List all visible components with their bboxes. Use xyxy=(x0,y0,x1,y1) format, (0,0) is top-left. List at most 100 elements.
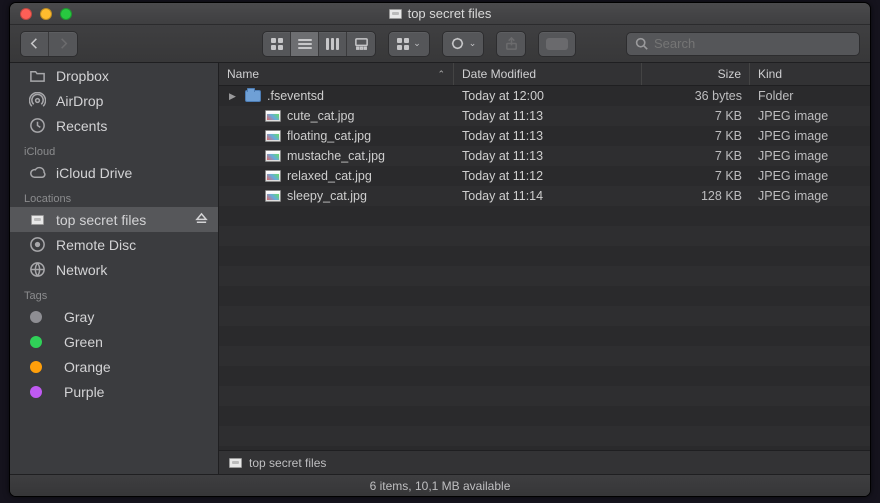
search-input[interactable] xyxy=(654,36,851,51)
sidebar-item-label: top secret files xyxy=(56,212,146,228)
disk-icon xyxy=(389,9,402,19)
sidebar-tag-gray[interactable]: Gray xyxy=(10,304,218,329)
icon-view-button[interactable] xyxy=(263,32,291,56)
action-menu-button[interactable]: ⌄ xyxy=(443,32,483,56)
sidebar-item-label: AirDrop xyxy=(56,93,103,109)
sidebar-item-label: Remote Disc xyxy=(56,237,136,253)
window-title: top secret files xyxy=(408,6,492,21)
sidebar-item-label: Purple xyxy=(64,384,104,400)
file-kind: JPEG image xyxy=(750,126,870,146)
group-by-button[interactable]: ⌄ xyxy=(389,32,429,56)
path-bar-label: top secret files xyxy=(249,456,326,470)
airdrop-icon xyxy=(28,93,46,109)
file-row[interactable]: sleepy_cat.jpg Today at 11:14128 KBJPEG i… xyxy=(219,186,870,206)
sidebar-item-top-secret-files[interactable]: top secret files xyxy=(10,207,218,232)
file-name: floating_cat.jpg xyxy=(287,129,371,143)
search-field[interactable] xyxy=(626,32,860,56)
tag-color-dot xyxy=(30,336,42,348)
file-date: Today at 11:14 xyxy=(454,186,642,206)
remote-icon xyxy=(28,237,46,253)
sidebar-item-network[interactable]: Network xyxy=(10,257,218,282)
file-row[interactable]: relaxed_cat.jpg Today at 11:127 KBJPEG im… xyxy=(219,166,870,186)
tags-button[interactable] xyxy=(539,32,575,56)
sidebar-item-label: Network xyxy=(56,262,107,278)
tag-color-dot xyxy=(30,386,42,398)
column-header-kind[interactable]: Kind xyxy=(750,63,870,85)
share-button[interactable] xyxy=(497,32,525,56)
image-file-icon xyxy=(265,150,281,162)
column-header-name[interactable]: Name⌃ xyxy=(219,63,454,85)
status-text: 6 items, 10,1 MB available xyxy=(370,479,511,493)
sidebar-section-icloud: iCloud xyxy=(10,138,218,160)
disk-icon xyxy=(229,458,242,468)
sidebar-section-locations: Locations xyxy=(10,185,218,207)
path-bar[interactable]: top secret files xyxy=(219,450,870,474)
file-name: sleepy_cat.jpg xyxy=(287,189,367,203)
view-switcher xyxy=(262,31,376,57)
sidebar-item-remote-disc[interactable]: Remote Disc xyxy=(10,232,218,257)
sidebar-item-label: Dropbox xyxy=(56,68,109,84)
file-name: relaxed_cat.jpg xyxy=(287,169,372,183)
file-rows: ▶.fseventsdToday at 12:0036 bytesFolderc… xyxy=(219,86,870,450)
sidebar-tag-purple[interactable]: Purple xyxy=(10,379,218,404)
finder-window: top secret files ⌄ ⌄ xyxy=(9,2,871,497)
sidebar-item-airdrop[interactable]: AirDrop xyxy=(10,88,218,113)
sidebar-tag-orange[interactable]: Orange xyxy=(10,354,218,379)
column-headers: Name⌃ Date Modified Size Kind xyxy=(219,63,870,86)
column-header-date[interactable]: Date Modified xyxy=(454,63,642,85)
disk-icon xyxy=(28,212,46,228)
sidebar-tag-green[interactable]: Green xyxy=(10,329,218,354)
file-name: cute_cat.jpg xyxy=(287,109,354,123)
image-file-icon xyxy=(265,190,281,202)
file-name: .fseventsd xyxy=(267,89,324,103)
file-kind: Folder xyxy=(750,86,870,106)
network-icon xyxy=(28,262,46,278)
toolbar: ⌄ ⌄ xyxy=(10,25,870,63)
file-name: mustache_cat.jpg xyxy=(287,149,385,163)
traffic-lights xyxy=(10,8,72,20)
forward-button[interactable] xyxy=(49,32,77,56)
file-date: Today at 11:12 xyxy=(454,166,642,186)
column-view-button[interactable] xyxy=(319,32,347,56)
sidebar-item-label: Green xyxy=(64,334,103,350)
back-button[interactable] xyxy=(21,32,49,56)
image-file-icon xyxy=(265,170,281,182)
nav-buttons xyxy=(20,31,78,57)
zoom-button[interactable] xyxy=(60,8,72,20)
image-file-icon xyxy=(265,110,281,122)
sort-ascending-icon: ⌃ xyxy=(437,69,445,80)
column-header-size[interactable]: Size xyxy=(642,63,750,85)
cloud-icon xyxy=(28,165,46,181)
sidebar-item-icloud-drive[interactable]: iCloud Drive xyxy=(10,160,218,185)
tag-color-dot xyxy=(30,311,42,323)
file-row[interactable]: floating_cat.jpgToday at 11:137 KBJPEG i… xyxy=(219,126,870,146)
eject-button[interactable] xyxy=(195,212,208,228)
image-file-icon xyxy=(265,130,281,142)
close-button[interactable] xyxy=(20,8,32,20)
file-list-pane: Name⌃ Date Modified Size Kind ▶ .fsevents… xyxy=(219,63,870,474)
file-kind: JPEG image xyxy=(750,166,870,186)
titlebar: top secret files xyxy=(10,3,870,25)
sidebar-item-recents[interactable]: Recents xyxy=(10,113,218,138)
file-date: Today at 11:13 xyxy=(454,146,642,166)
file-date: Today at 11:13 xyxy=(454,106,642,126)
sidebar-item-label: Gray xyxy=(64,309,94,325)
sidebar-item-dropbox[interactable]: Dropbox xyxy=(10,63,218,88)
disclosure-triangle[interactable]: ▶ xyxy=(229,91,239,102)
list-view-button[interactable] xyxy=(291,32,319,56)
clock-icon xyxy=(28,118,46,134)
tag-color-dot xyxy=(30,361,42,373)
gallery-view-button[interactable] xyxy=(347,32,375,56)
minimize-button[interactable] xyxy=(40,8,52,20)
sidebar: Dropbox AirDrop Recents iCloud iCloud Driv… xyxy=(10,63,219,474)
file-row[interactable]: mustache_cat.jpgToday at 11:137 KBJPEG i… xyxy=(219,146,870,166)
file-kind: JPEG image xyxy=(750,106,870,126)
file-row[interactable]: cute_cat.jpg Today at 11:137 KBJPEG image xyxy=(219,106,870,126)
file-size: 7 KB xyxy=(642,146,750,166)
file-size: 7 KB xyxy=(642,106,750,126)
folder-icon xyxy=(245,90,261,102)
file-size: 128 KB xyxy=(642,186,750,206)
file-kind: JPEG image xyxy=(750,186,870,206)
file-size: 7 KB xyxy=(642,166,750,186)
file-row[interactable]: ▶.fseventsdToday at 12:0036 bytesFolder xyxy=(219,86,870,106)
